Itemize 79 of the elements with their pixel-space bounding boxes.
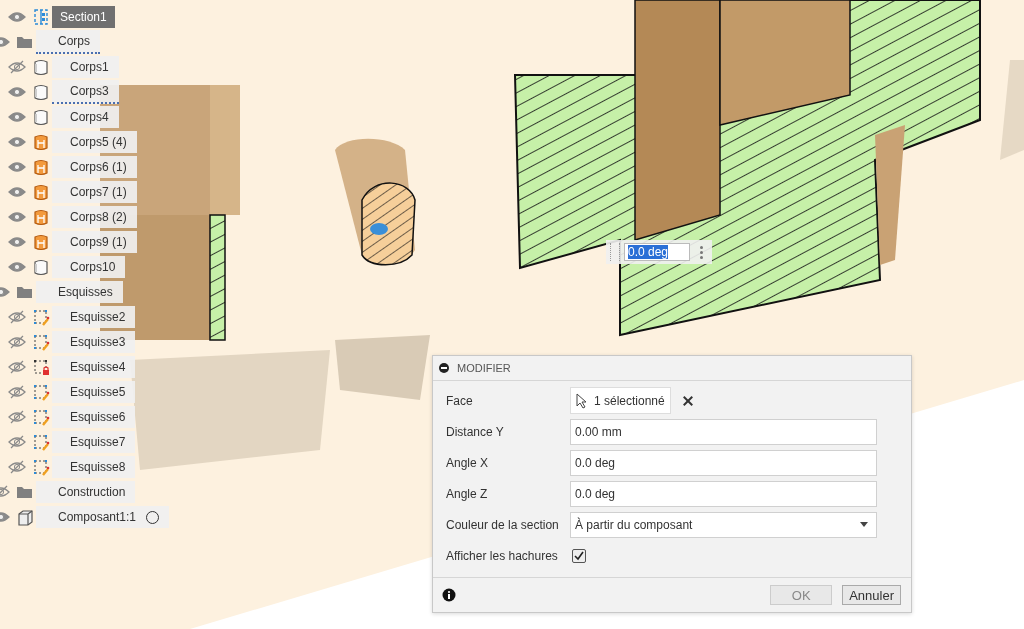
cylinder-icon xyxy=(32,158,50,176)
tree-item[interactable]: Esquisse2 xyxy=(52,306,136,328)
cylinder-icon xyxy=(32,108,50,126)
sketch-icon xyxy=(32,333,50,351)
cylinder-icon xyxy=(32,208,50,226)
cylinder-icon xyxy=(32,83,50,101)
sketch-icon xyxy=(32,458,50,476)
cylinder-icon xyxy=(32,133,50,151)
tree-item[interactable]: Corps10 xyxy=(52,256,126,278)
tree-item[interactable]: Esquisse6 xyxy=(52,406,136,428)
input-field[interactable]: 0.00 mm xyxy=(570,418,877,445)
eye-icon[interactable] xyxy=(8,235,26,249)
tree-item[interactable]: Esquisse5 xyxy=(52,381,136,403)
eye-icon[interactable] xyxy=(8,260,26,274)
cylinder-icon xyxy=(32,183,50,201)
hidden-eye-icon[interactable] xyxy=(8,60,26,74)
tree-item[interactable]: Corps8 (2) xyxy=(52,206,137,228)
tree-item[interactable]: Esquisse8 xyxy=(52,456,136,478)
checkbox[interactable] xyxy=(572,548,586,563)
eye-icon[interactable] xyxy=(8,85,26,99)
dialog-button[interactable]: Annuler xyxy=(842,585,901,605)
eye-icon[interactable] xyxy=(8,135,26,149)
locked-sketch-icon xyxy=(32,358,50,376)
input-field[interactable]: 0.0 deg xyxy=(570,480,877,507)
input-field[interactable]: 0.0 deg xyxy=(570,449,877,476)
tree-item[interactable]: Section1 xyxy=(52,6,115,28)
eye-icon[interactable] xyxy=(8,160,26,174)
tree-item[interactable]: Corps3 xyxy=(52,80,119,104)
hidden-eye-icon[interactable] xyxy=(8,435,26,449)
field-label: Angle X xyxy=(446,455,490,470)
field-label: Couleur de la section xyxy=(446,517,560,532)
eye-icon[interactable] xyxy=(8,185,26,199)
section-icon xyxy=(32,8,50,26)
tree-item[interactable]: Corps9 (1) xyxy=(52,231,137,253)
sketch-icon xyxy=(32,408,50,426)
cylinder-icon xyxy=(32,258,50,276)
hidden-eye-icon[interactable] xyxy=(8,335,26,349)
collapse-icon[interactable] xyxy=(439,363,449,373)
tree-item[interactable]: Composant1:1 xyxy=(36,506,170,528)
field-label: Distance Y xyxy=(446,424,505,439)
checkmark-icon xyxy=(574,550,584,561)
tree-item[interactable]: Esquisse4 xyxy=(52,356,136,378)
tree-item[interactable]: Corps5 (4) xyxy=(52,131,137,153)
tree-item[interactable]: Corps7 (1) xyxy=(52,181,137,203)
info-icon xyxy=(442,588,456,602)
hidden-eye-icon[interactable] xyxy=(8,310,26,324)
eye-icon[interactable] xyxy=(8,210,26,224)
tree-item[interactable]: Corps6 (1) xyxy=(52,156,137,178)
sketch-icon xyxy=(32,433,50,451)
tree-item[interactable]: Corps xyxy=(36,30,100,54)
tree-item[interactable]: Esquisses xyxy=(36,281,123,303)
eye-icon[interactable] xyxy=(8,10,26,24)
sketch-icon xyxy=(32,383,50,401)
hidden-eye-icon[interactable] xyxy=(8,385,26,399)
tree-item[interactable]: Esquisse3 xyxy=(52,331,136,353)
dropdown[interactable]: À partir du composant xyxy=(570,511,877,538)
hidden-eye-icon[interactable] xyxy=(8,410,26,424)
field-label: Afficher les hachures xyxy=(446,548,559,563)
cylinder-icon xyxy=(32,58,50,76)
tree-item[interactable]: Corps4 xyxy=(52,106,119,128)
angle-input-field[interactable]: 0.0 deg xyxy=(624,243,690,261)
hidden-eye-icon[interactable] xyxy=(8,460,26,474)
cursor-arrow-icon xyxy=(576,392,588,409)
field-label: Angle Z xyxy=(446,486,489,501)
cube-icon xyxy=(16,508,34,526)
cylinder-icon xyxy=(32,233,50,251)
dialog-title: MODIFIER xyxy=(457,362,511,374)
field-label: Face xyxy=(446,393,474,408)
tree-item[interactable]: Esquisse7 xyxy=(52,431,136,453)
clear-icon[interactable] xyxy=(682,395,693,406)
eye-icon[interactable] xyxy=(8,110,26,124)
sketch-icon xyxy=(32,308,50,326)
tree-item[interactable]: Corps1 xyxy=(52,56,119,78)
drag-handle-icon[interactable] xyxy=(610,243,620,261)
more-options-icon[interactable] xyxy=(700,245,703,259)
caret-icon xyxy=(860,522,868,527)
tree-item[interactable]: Construction xyxy=(36,481,136,503)
selection-button[interactable]: 1 sélectionné xyxy=(570,387,671,414)
hidden-eye-icon[interactable] xyxy=(8,360,26,374)
